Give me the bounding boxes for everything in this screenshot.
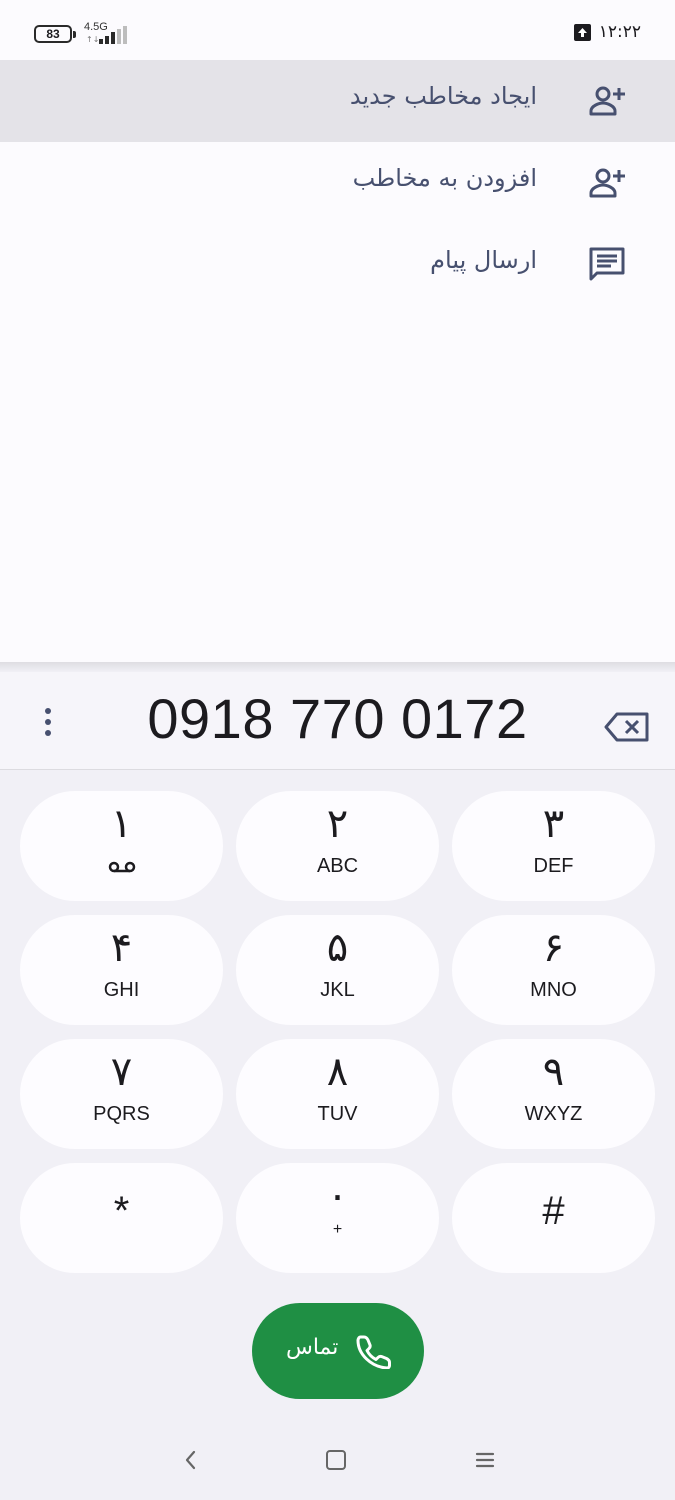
key-digit: ۸	[326, 1049, 349, 1095]
key-digit: ۰	[326, 1173, 349, 1219]
key-digit: ۲	[326, 801, 349, 847]
dialpad: 0918 770 0172 ۱ ۲ ABC ۳ DEF ۴ GHI ۵ JKL …	[0, 662, 675, 1500]
upload-icon	[573, 23, 591, 41]
dial-key-9[interactable]: ۹ WXYZ	[452, 1039, 655, 1149]
key-letters: GHI	[103, 979, 140, 1001]
status-bar: 83 4.5G ↑↓ ۱۲:۲۲	[0, 0, 675, 60]
dial-key-2[interactable]: ۲ ABC	[236, 791, 439, 901]
message-icon	[589, 247, 625, 281]
call-button[interactable]: تماس	[252, 1303, 424, 1399]
dial-key-6[interactable]: ۶ MNO	[452, 915, 655, 1025]
recents-icon[interactable]	[474, 1448, 496, 1472]
action-label: ارسال پیام	[430, 246, 537, 274]
call-label: تماس	[286, 1335, 339, 1360]
dial-key-4[interactable]: ۴ GHI	[20, 915, 223, 1025]
key-digit: ۳	[542, 801, 565, 847]
dial-key-hash[interactable]: #	[452, 1163, 655, 1273]
key-letters: PQRS	[93, 1103, 150, 1125]
key-letters: ABC	[316, 855, 359, 877]
number-display: 0918 770 0172	[0, 672, 675, 770]
key-letters: +	[332, 1221, 343, 1238]
key-letters: MNO	[530, 979, 577, 1001]
action-label: افزودن به مخاطب	[352, 164, 537, 192]
home-icon[interactable]	[326, 1450, 346, 1470]
key-letters: DEF	[533, 855, 574, 877]
key-letters: JKL	[320, 979, 355, 1001]
key-digit: ۶	[542, 925, 565, 971]
dial-key-star[interactable]: *	[20, 1163, 223, 1273]
navigation-bar	[0, 1438, 675, 1500]
dial-key-1[interactable]: ۱	[20, 791, 223, 901]
dial-key-5[interactable]: ۵ JKL	[236, 915, 439, 1025]
signal-icon	[99, 26, 127, 44]
key-letters: TUV	[317, 1103, 358, 1125]
dial-key-7[interactable]: ۷ PQRS	[20, 1039, 223, 1149]
battery-level: 83	[46, 27, 60, 41]
key-digit: #	[542, 1189, 565, 1233]
dial-key-3[interactable]: ۳ DEF	[452, 791, 655, 901]
add-contact-icon	[589, 86, 625, 116]
key-digit: ۱	[110, 801, 133, 847]
phone-icon	[356, 1335, 391, 1369]
dialpad-edge	[0, 662, 675, 672]
action-add-to-contact[interactable]: افزودن به مخاطب	[0, 142, 675, 224]
key-digit: ۷	[110, 1049, 133, 1095]
dial-key-8[interactable]: ۸ TUV	[236, 1039, 439, 1149]
dialed-number[interactable]: 0918 770 0172	[100, 686, 575, 751]
action-send-message[interactable]: ارسال پیام	[0, 224, 675, 306]
action-create-new-contact[interactable]: ایجاد مخاطب جدید	[0, 60, 675, 142]
key-digit: ۴	[110, 925, 133, 971]
action-label: ایجاد مخاطب جدید	[349, 82, 537, 110]
battery-icon: 83	[34, 25, 76, 43]
key-digit: ۵	[326, 925, 349, 971]
back-icon[interactable]	[180, 1448, 202, 1472]
voicemail-icon	[108, 861, 136, 873]
clock: ۱۲:۲۲	[598, 22, 641, 42]
key-digit: *	[113, 1189, 130, 1233]
add-contact-icon	[589, 168, 625, 198]
dial-key-0[interactable]: ۰ +	[236, 1163, 439, 1273]
key-letters: WXYZ	[524, 1103, 583, 1125]
backspace-icon[interactable]	[604, 712, 650, 742]
key-digit: ۹	[542, 1049, 565, 1095]
more-options-icon[interactable]	[36, 706, 60, 738]
